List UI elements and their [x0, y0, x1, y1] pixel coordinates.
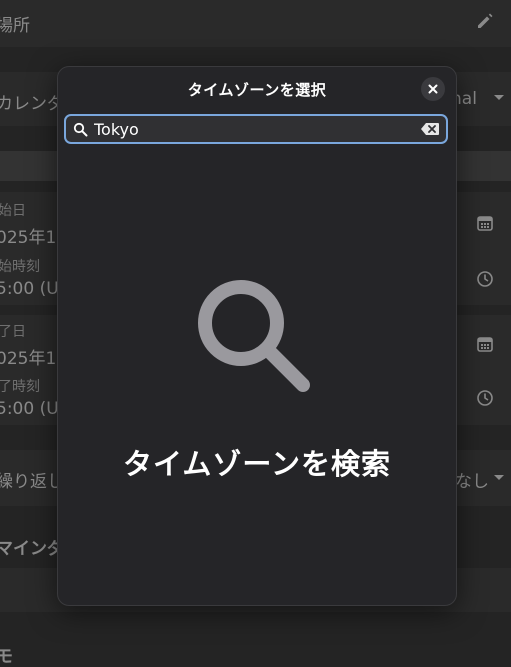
- start-date-label: 始日: [0, 203, 26, 219]
- clear-text-icon[interactable]: [420, 121, 440, 137]
- search-icon: [198, 280, 310, 392]
- notes-heading: モ: [0, 647, 13, 667]
- close-icon: [428, 84, 438, 94]
- search-input[interactable]: [94, 118, 414, 140]
- chevron-down-icon: [494, 475, 504, 480]
- reminder-heading: マインダ: [0, 539, 64, 559]
- empty-state-title: タイムゾーンを検索: [123, 447, 391, 481]
- end-time-label: 了時刻: [0, 379, 40, 395]
- repeat-label: 繰り返し: [0, 472, 64, 492]
- location-label: 場所: [0, 16, 30, 36]
- search-box[interactable]: [64, 114, 448, 144]
- clock-icon[interactable]: [476, 270, 494, 288]
- timezone-dialog: タイムゾーンを選択 タイムゾーンを検索: [57, 66, 457, 606]
- dialog-title: タイムゾーンを選択: [187, 81, 327, 99]
- clock-icon[interactable]: [476, 389, 494, 407]
- location-row[interactable]: 場所: [0, 0, 511, 47]
- start-time-label: 始時刻: [0, 259, 40, 275]
- repeat-value: なし: [455, 472, 489, 492]
- calendar-label: カレンダ: [0, 94, 64, 114]
- calendar-icon[interactable]: [476, 214, 494, 232]
- search-icon: [73, 122, 88, 137]
- chevron-down-icon: [494, 95, 504, 100]
- close-button[interactable]: [421, 77, 445, 101]
- end-date-label: 了日: [0, 324, 26, 340]
- calendar-icon[interactable]: [476, 335, 494, 353]
- edit-pencil-icon[interactable]: [476, 12, 494, 30]
